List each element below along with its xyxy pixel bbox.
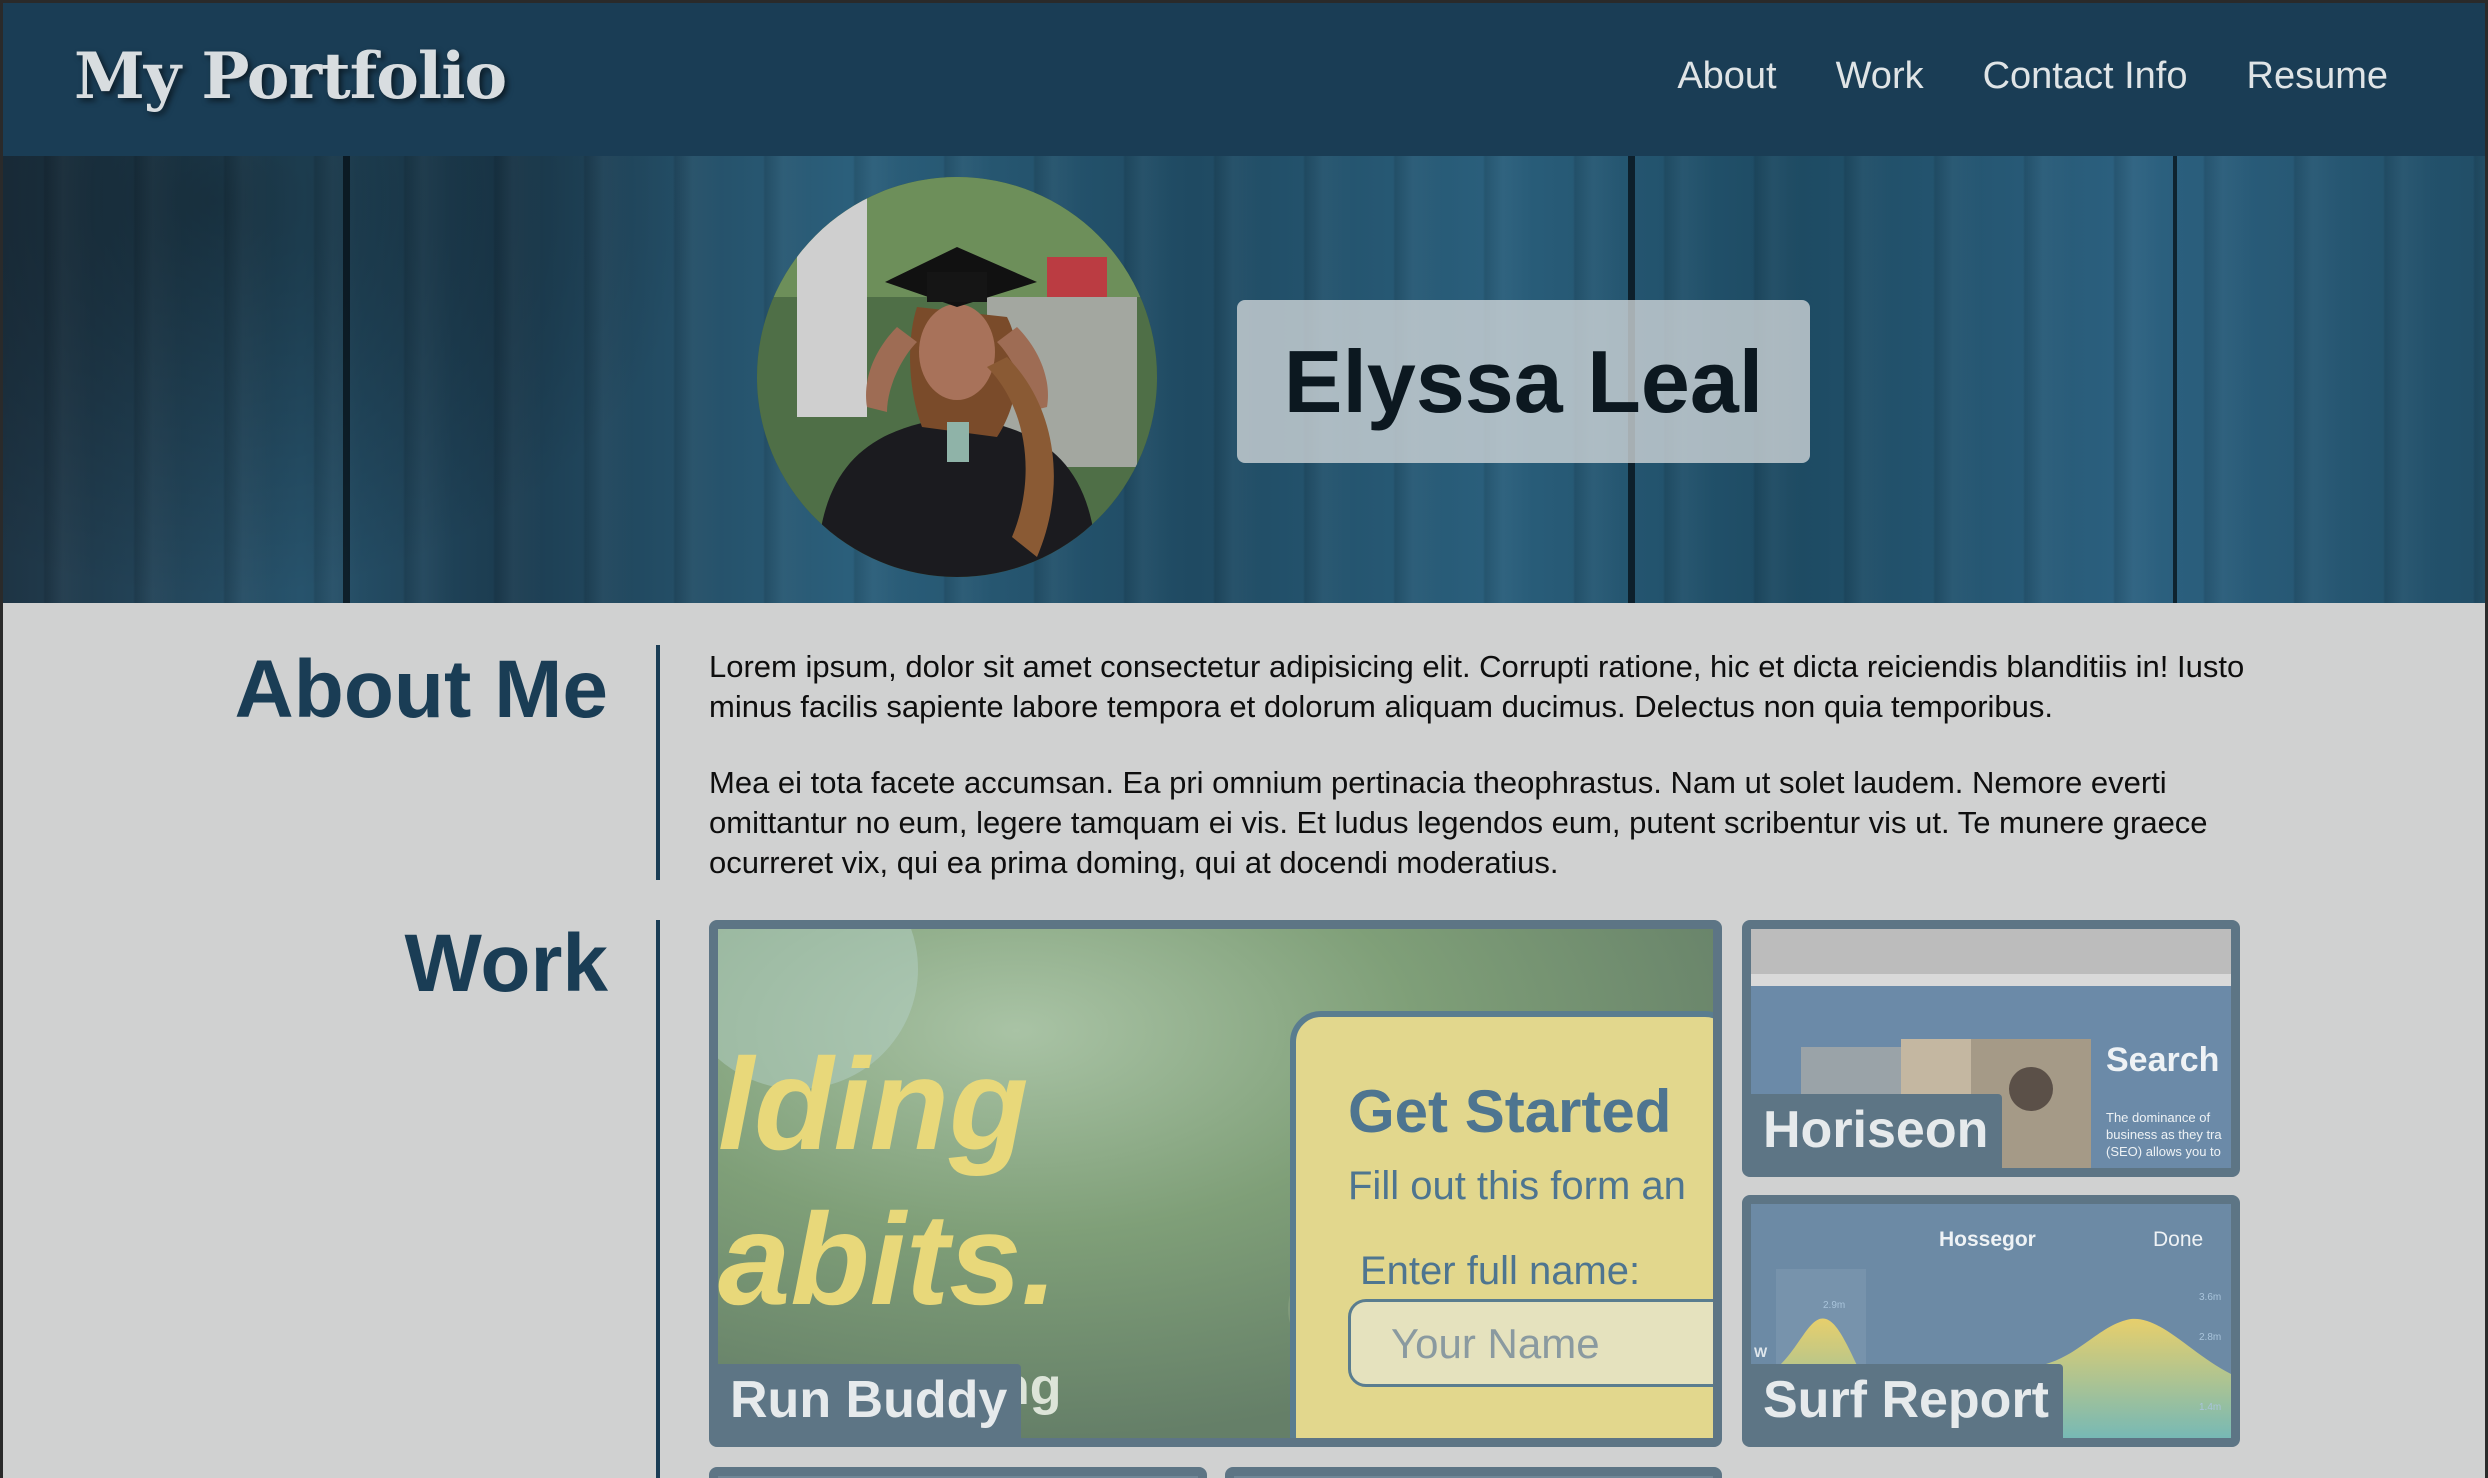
hero-shadow [3,156,703,603]
wood-plank-seam [343,156,350,603]
horiseon-search-heading: Search [2106,1041,2220,1079]
nav-link-work[interactable]: Work [1836,55,1924,98]
main-nav: About Work Contact Info Resume [1677,55,2388,98]
about-paragraph: Lorem ipsum, dolor sit amet consectetur … [709,649,2245,724]
page: My Portfolio About Work Contact Info Res… [3,3,2485,1478]
project-label-surf-report: Surf Report [1751,1364,2063,1438]
run-buddy-name-placeholder: Your Name [1391,1320,1600,1367]
horiseon-body-line: The dominance of [2106,1110,2211,1125]
project-label-run-buddy: Run Buddy [718,1364,1022,1438]
work-title: Work [404,918,608,1009]
about-body: Lorem ipsum, dolor sit amet consectetur … [709,647,2249,919]
project-card[interactable] [1225,1467,1722,1478]
run-buddy-headline-1: lding [718,1031,1029,1177]
project-card-surf-report[interactable]: Hossegor Done 2.9m W 3.6m 2.8m 1.4m Surf… [1742,1195,2240,1447]
horiseon-body-line: (SEO) allows you to [2106,1144,2221,1159]
run-buddy-form-title: Get Started [1348,1078,1672,1145]
hero-name: Elyssa Leal [1283,331,1764,431]
nav-link-contact-info[interactable]: Contact Info [1983,55,2188,98]
project-card-horiseon[interactable]: Search The dominance of business as they… [1742,920,2240,1177]
wood-plank-seam [2173,156,2177,603]
hero-banner: Elyssa Leal [3,156,2485,603]
horiseon-body-line: business as they tra [2106,1127,2222,1142]
about-divider [656,645,660,880]
site-brand[interactable]: My Portfolio [74,39,507,114]
project-label-horiseon: Horiseon [1751,1094,2003,1168]
surf-report-height-label: 2.9m [1823,1300,1846,1311]
profile-photo [757,177,1157,577]
run-buddy-form-label: Enter full name: [1360,1249,1641,1293]
about-title: About Me [234,644,608,735]
project-card-run-buddy[interactable]: lding abits. ng Get Started Fill out thi… [709,920,1722,1447]
project-card[interactable] [709,1467,1207,1478]
surf-report-direction: W [1754,1344,1768,1360]
horiseon-body-text: The dominance of business as they tra (S… [2106,1109,2222,1160]
work-divider [656,920,660,1478]
about-paragraph: Mea ei tota facete accumsan. Ea pri omni… [709,765,2208,880]
nav-link-resume[interactable]: Resume [2247,55,2389,98]
surf-report-scale-label: 1.4m [2199,1402,2222,1413]
surf-report-done: Done [2153,1228,2204,1251]
graduate-portrait-image [757,177,1157,577]
nav-link-about[interactable]: About [1677,55,1776,98]
run-buddy-form-subtitle: Fill out this form an [1348,1164,1686,1208]
run-buddy-name-input: Your Name [1348,1299,1713,1387]
run-buddy-headline-2: abits. [718,1186,1058,1332]
name-banner: Elyssa Leal [1237,300,1810,463]
surf-report-scale-label: 3.6m [2199,1292,2222,1303]
site-header: My Portfolio About Work Contact Info Res… [3,3,2485,156]
surf-report-location: Hossegor [1939,1228,2036,1251]
surf-report-scale-label: 2.8m [2199,1332,2222,1343]
